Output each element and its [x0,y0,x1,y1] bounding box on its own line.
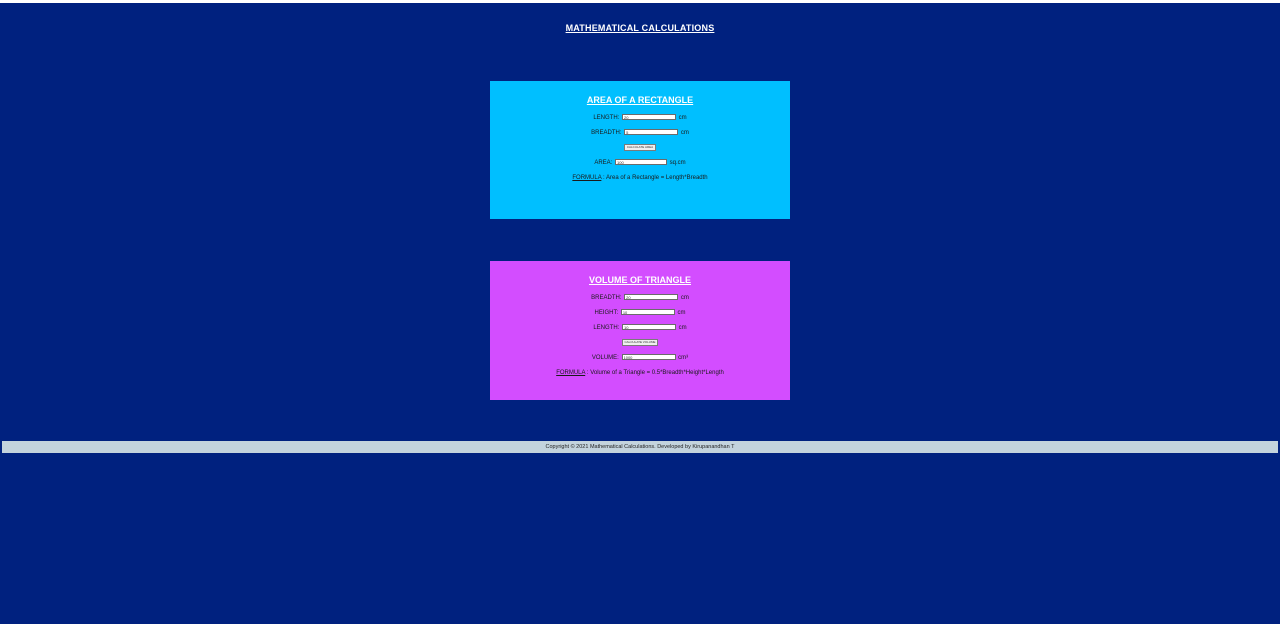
calculate-area-row: CALCULATE AREA [490,141,790,156]
page-background: MATHEMATICAL CALCULATIONS AREA OF A RECT… [0,3,1280,624]
area-result-row: AREA: sq.cm [490,156,790,171]
volume-length-row: LENGTH: cm [490,321,790,336]
area-result-label: AREA: [594,160,613,166]
area-result-unit: sq.cm [669,160,686,166]
volume-height-unit: cm [677,310,686,316]
volume-formula: FORMULA : Volume of a Triangle = 0.5*Bre… [490,366,790,381]
area-calculator-card: AREA OF A RECTANGLE LENGTH: cm BREADTH: … [490,81,790,219]
volume-height-input[interactable] [620,309,675,316]
volume-result-field[interactable] [621,354,676,361]
footer: Copyright © 2021 Mathematical Calculatio… [2,441,1278,453]
volume-length-input[interactable] [622,324,676,331]
volume-length-unit: cm [678,325,687,331]
volume-height-label: HEIGHT: [594,310,619,316]
calculate-volume-button[interactable]: CALCULATE VOLUME [621,338,659,346]
volume-breadth-input[interactable] [624,294,679,301]
volume-length-label: LENGTH: [593,325,620,331]
length-input[interactable] [622,114,676,121]
volume-result-row: VOLUME: cm³ [490,351,790,366]
volume-result-label: VOLUME: [591,355,619,361]
volume-formula-label: FORMULA [556,370,586,376]
breadth-row: BREADTH: cm [490,126,790,141]
volume-breadth-label: BREADTH: [591,295,622,301]
length-unit: cm [678,115,687,121]
area-formula-label: FORMULA [572,175,602,181]
volume-formula-text: : Volume of a Triangle = 0.5*Breadth*Hei… [586,370,724,376]
area-formula-text: : Area of a Rectangle = Length*Breadth [603,175,708,181]
area-result-field[interactable] [615,159,667,166]
volume-breadth-row: BREADTH: cm [490,291,790,306]
page-title: MATHEMATICAL CALCULATIONS [565,23,715,33]
volume-result-unit: cm³ [678,355,689,361]
volume-calculator-card: VOLUME OF TRIANGLE BREADTH: cm HEIGHT: c… [490,261,790,400]
area-card-title: AREA OF A RECTANGLE [586,95,694,105]
calculate-volume-row: CALCULATE VOLUME [490,336,790,351]
volume-card-title: VOLUME OF TRIANGLE [589,275,691,285]
length-row: LENGTH: cm [490,111,790,126]
volume-breadth-unit: cm [680,295,689,301]
volume-height-row: HEIGHT: cm [490,306,790,321]
calculate-area-button[interactable]: CALCULATE AREA [623,143,657,151]
copyright-text: Copyright © 2021 Mathematical Calculatio… [545,444,735,450]
length-label: LENGTH: [593,115,620,121]
breadth-input[interactable] [624,129,679,136]
breadth-label: BREADTH: [591,130,622,136]
breadth-unit: cm [680,130,689,136]
area-formula: FORMULA : Area of a Rectangle = Length*B… [490,171,790,186]
